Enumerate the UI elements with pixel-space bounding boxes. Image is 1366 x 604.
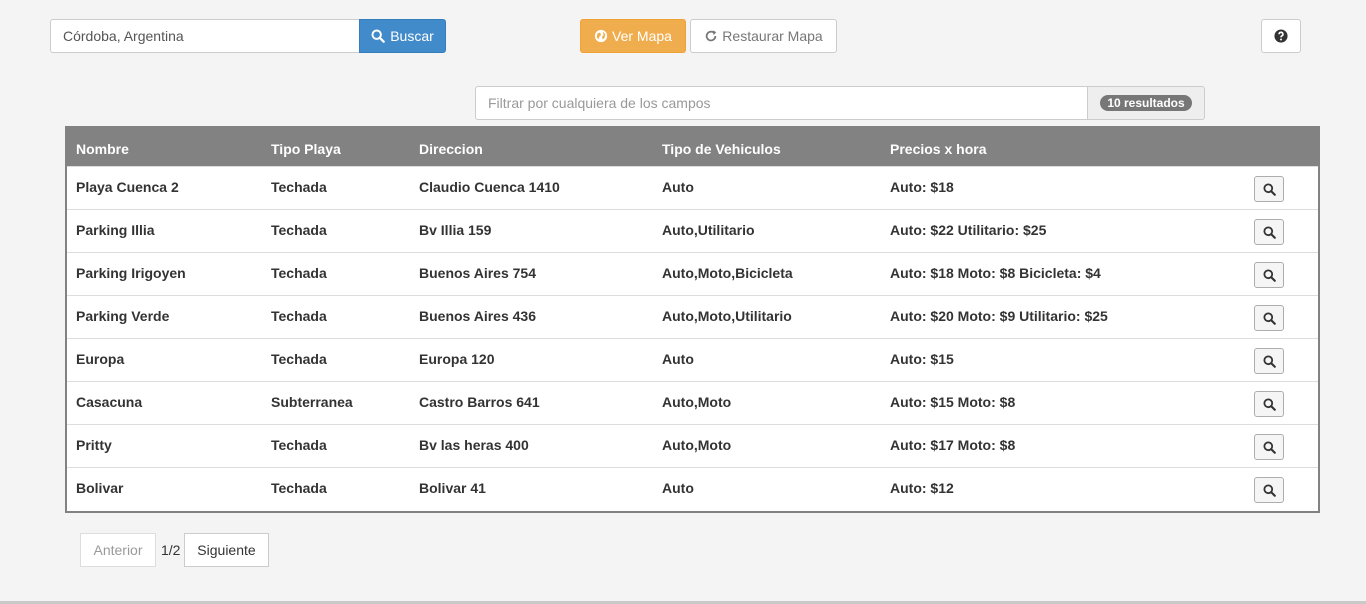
- pager-next-label: Siguiente: [197, 542, 256, 558]
- magnifier-icon: [1262, 225, 1276, 239]
- table-row: Playa Cuenca 2 Techada Claudio Cuenca 1410…: [67, 166, 1318, 210]
- view-detail-button[interactable]: [1254, 219, 1284, 245]
- table-cell: Techada: [271, 222, 327, 238]
- restore-map-button[interactable]: Restaurar Mapa: [690, 19, 837, 53]
- table-row: Parking Irigoyen Techada Buenos Aires 754 A…: [67, 252, 1318, 296]
- table-cell: Parking Irigoyen: [76, 265, 186, 281]
- globe-icon: [594, 29, 608, 43]
- table-cell: Techada: [271, 179, 327, 195]
- table-cell: Bv Illia 159: [419, 222, 492, 238]
- table-cell: Techada: [271, 308, 327, 324]
- magnifier-icon: [1262, 440, 1276, 454]
- table-cell: Castro Barros 641: [419, 394, 540, 410]
- header-nombre[interactable]: Nombre: [76, 141, 129, 157]
- table-cell: Europa 120: [419, 351, 495, 367]
- show-map-button[interactable]: Ver Mapa: [580, 19, 686, 53]
- magnifier-icon: [1262, 354, 1276, 368]
- table-cell: Bv las heras 400: [419, 437, 529, 453]
- table-header: Nombre Tipo Playa Direccion Tipo de Vehi…: [67, 128, 1318, 166]
- results-count-addon: 10 resultados: [1087, 86, 1205, 120]
- table-cell: Techada: [271, 351, 327, 367]
- table-cell: Parking Verde: [76, 308, 170, 324]
- table-cell: Auto: $20 Moto: $9 Utilitario: $25: [890, 308, 1108, 324]
- table-cell: Auto,Utilitario: [662, 222, 755, 238]
- magnifier-icon: [1262, 311, 1276, 325]
- table-cell: Auto: [662, 351, 694, 367]
- magnifier-icon: [1262, 397, 1276, 411]
- view-detail-button[interactable]: [1254, 262, 1284, 288]
- question-circle-icon: [1274, 29, 1288, 43]
- table-cell: Playa Cuenca 2: [76, 179, 179, 195]
- table-row: Bolivar Techada Bolivar 41 Auto Auto: $12: [67, 467, 1318, 511]
- table-cell: Buenos Aires 436: [419, 308, 536, 324]
- table-row: Casacuna Subterranea Castro Barros 641 Auto…: [67, 381, 1318, 425]
- show-map-label: Ver Mapa: [612, 28, 672, 44]
- table-cell: Techada: [271, 265, 327, 281]
- table-cell: Auto,Moto,Bicicleta: [662, 265, 793, 281]
- table-cell: Auto,Moto: [662, 437, 732, 453]
- pager-previous-label: Anterior: [93, 542, 143, 558]
- table-cell: Techada: [271, 437, 327, 453]
- table-cell: Techada: [271, 480, 327, 496]
- parking-table: Nombre Tipo Playa Direccion Tipo de Vehi…: [65, 126, 1320, 513]
- magnifier-icon: [1262, 268, 1276, 282]
- table-cell: Buenos Aires 754: [419, 265, 536, 281]
- table-cell: Auto: $12: [890, 480, 954, 496]
- magnifier-icon: [1262, 182, 1276, 196]
- table-cell: Auto: $15: [890, 351, 954, 367]
- table-row: Pritty Techada Bv las heras 400 Auto,Moto Au…: [67, 424, 1318, 468]
- refresh-icon: [706, 30, 717, 42]
- table-cell: Auto: $18 Moto: $8 Bicicleta: $4: [890, 265, 1101, 281]
- help-button[interactable]: [1261, 19, 1301, 53]
- header-direccion[interactable]: Direccion: [419, 141, 483, 157]
- table-row: Parking Verde Techada Buenos Aires 436 Auto…: [67, 295, 1318, 339]
- header-tipo-playa[interactable]: Tipo Playa: [271, 141, 341, 157]
- results-badge: 10 resultados: [1100, 95, 1192, 111]
- header-tipo-vehiculos[interactable]: Tipo de Vehiculos: [662, 141, 781, 157]
- view-detail-button[interactable]: [1254, 434, 1284, 460]
- restore-map-label: Restaurar Mapa: [722, 28, 823, 44]
- view-detail-button[interactable]: [1254, 348, 1284, 374]
- view-detail-button[interactable]: [1254, 477, 1284, 503]
- view-detail-button[interactable]: [1254, 305, 1284, 331]
- table-filter-input[interactable]: [475, 86, 1088, 120]
- table-cell: Pritty: [76, 437, 112, 453]
- search-icon: [371, 29, 386, 43]
- table-cell: Bolivar: [76, 480, 124, 496]
- table-cell: Europa: [76, 351, 125, 367]
- table-cell: Parking Illia: [76, 222, 155, 238]
- table-row: Europa Techada Europa 120 Auto Auto: $15: [67, 338, 1318, 382]
- view-detail-button[interactable]: [1254, 176, 1284, 202]
- magnifier-icon: [1262, 483, 1276, 497]
- table-cell: Auto: $17 Moto: $8: [890, 437, 1016, 453]
- table-cell: Auto,Moto: [662, 394, 732, 410]
- table-cell: Claudio Cuenca 1410: [419, 179, 560, 195]
- table-cell: Auto: $18: [890, 179, 954, 195]
- table-cell: Auto: [662, 480, 694, 496]
- header-precios[interactable]: Precios x hora: [890, 141, 987, 157]
- table-cell: Auto: [662, 179, 694, 195]
- table-cell: Auto: $15 Moto: $8: [890, 394, 1016, 410]
- pager-page-indicator: 1/2: [161, 542, 181, 558]
- pager-previous-button[interactable]: Anterior: [80, 533, 156, 567]
- pager-next-button[interactable]: Siguiente: [184, 533, 269, 567]
- table-cell: Casacuna: [76, 394, 143, 410]
- view-detail-button[interactable]: [1254, 391, 1284, 417]
- table-cell: Subterranea: [271, 394, 353, 410]
- location-search-input[interactable]: [50, 19, 359, 53]
- table-cell: Bolivar 41: [419, 480, 486, 496]
- search-button[interactable]: Buscar: [359, 19, 446, 53]
- table-row: Parking Illia Techada Bv Illia 159 Auto,Uti…: [67, 209, 1318, 253]
- search-button-label: Buscar: [390, 28, 434, 44]
- table-cell: Auto: $22 Utilitario: $25: [890, 222, 1047, 238]
- table-cell: Auto,Moto,Utilitario: [662, 308, 792, 324]
